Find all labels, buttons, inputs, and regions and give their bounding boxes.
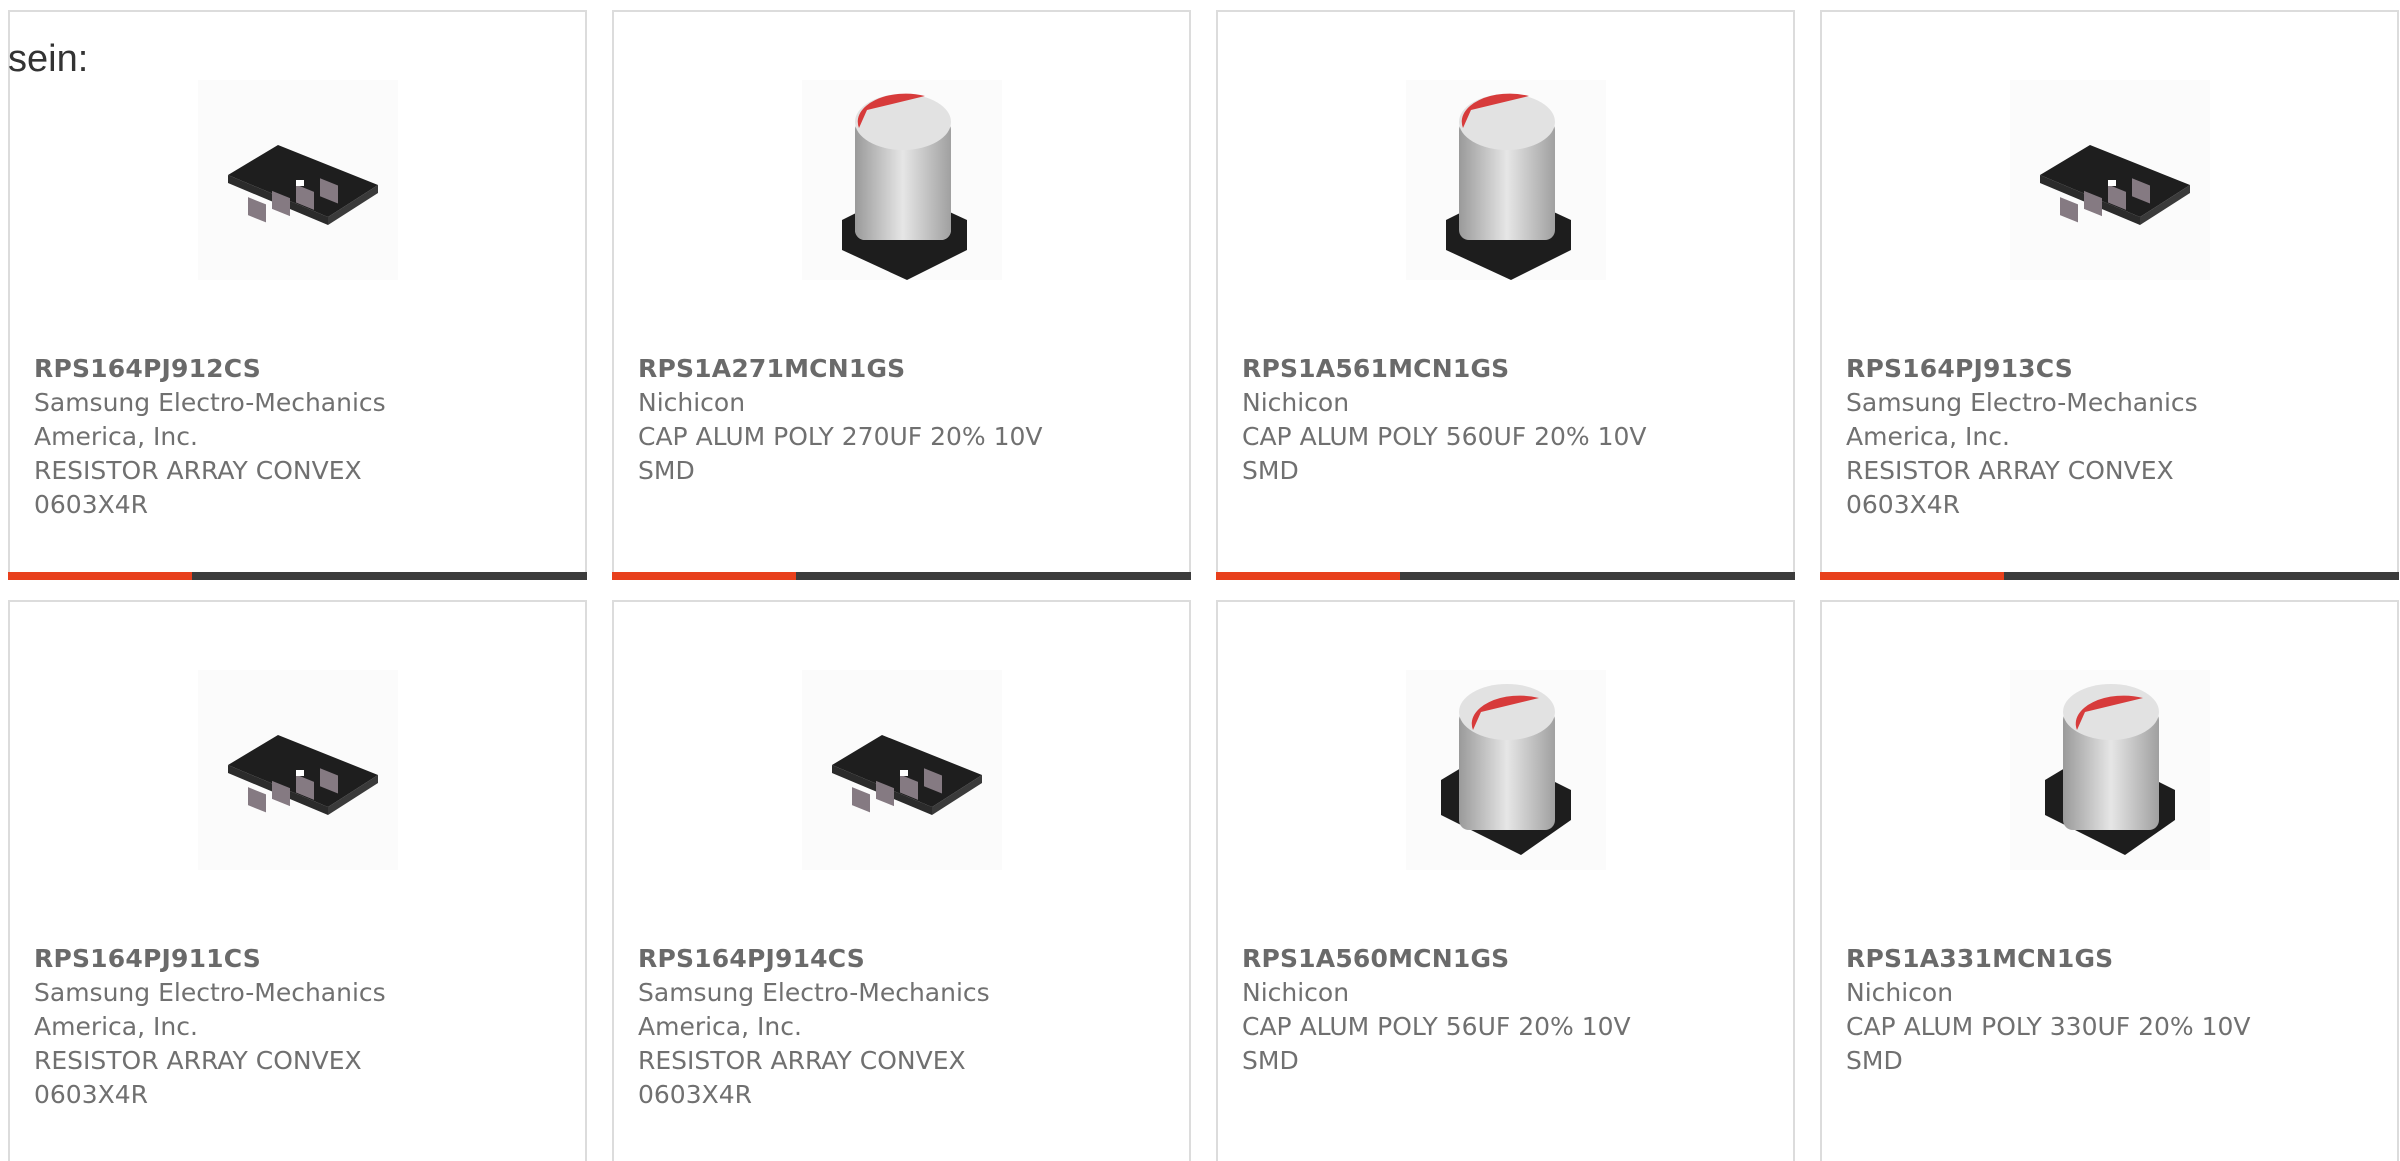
product-card[interactable]: RPS1A561MCN1GS Nichicon CAP ALUM POLY 56… xyxy=(1216,10,1795,580)
card-underline-accent xyxy=(1216,572,1400,580)
description: 0603X4R xyxy=(34,490,149,519)
product-info: RPS164PJ914CS Samsung Electro-Mechanics … xyxy=(638,942,1169,1112)
description: RESISTOR ARRAY CONVEX xyxy=(34,456,362,485)
resistor-array-icon xyxy=(2009,80,2210,280)
product-card[interactable]: RPS164PJ911CS Samsung Electro-Mechanics … xyxy=(8,600,587,1161)
resistor-array-icon xyxy=(197,670,398,870)
manufacturer: America, Inc. xyxy=(638,1012,802,1041)
description: 0603X4R xyxy=(1846,490,1961,519)
description: SMD xyxy=(1242,456,1299,485)
aluminum-capacitor-icon xyxy=(801,80,1002,280)
card-underline-accent xyxy=(8,572,192,580)
manufacturer: Nichicon xyxy=(638,388,746,417)
part-number-link[interactable]: RPS1A331MCN1GS xyxy=(1846,942,2377,976)
manufacturer: America, Inc. xyxy=(1846,422,2010,451)
manufacturer: Samsung Electro-Mechanics xyxy=(34,978,386,1007)
aluminum-capacitor-icon xyxy=(1405,80,1606,280)
description: 0603X4R xyxy=(638,1080,753,1109)
product-info: RPS1A331MCN1GS Nichicon CAP ALUM POLY 33… xyxy=(1846,942,2377,1078)
card-underline-accent xyxy=(1820,572,2004,580)
description: RESISTOR ARRAY CONVEX xyxy=(1846,456,2174,485)
product-info: RPS1A271MCN1GS Nichicon CAP ALUM POLY 27… xyxy=(638,352,1169,488)
part-number-link[interactable]: RPS1A561MCN1GS xyxy=(1242,352,1773,386)
part-number-link[interactable]: RPS164PJ912CS xyxy=(34,352,565,386)
resistor-array-icon xyxy=(801,670,1002,870)
description: CAP ALUM POLY 270UF 20% 10V xyxy=(638,422,1043,451)
manufacturer: Samsung Electro-Mechanics xyxy=(1846,388,2198,417)
product-card[interactable]: RPS1A560MCN1GS Nichicon CAP ALUM POLY 56… xyxy=(1216,600,1795,1161)
description: 0603X4R xyxy=(34,1080,149,1109)
part-number-link[interactable]: RPS1A560MCN1GS xyxy=(1242,942,1773,976)
resistor-array-icon xyxy=(197,80,398,280)
part-number-link[interactable]: RPS164PJ913CS xyxy=(1846,352,2377,386)
part-number-link[interactable]: RPS164PJ914CS xyxy=(638,942,1169,976)
product-card[interactable]: RPS164PJ913CS Samsung Electro-Mechanics … xyxy=(1820,10,2399,580)
card-underline xyxy=(612,572,1191,580)
intro-text: sein: xyxy=(8,38,89,80)
manufacturer: Nichicon xyxy=(1846,978,1954,1007)
manufacturer: America, Inc. xyxy=(34,1012,198,1041)
description: SMD xyxy=(638,456,695,485)
description: CAP ALUM POLY 56UF 20% 10V xyxy=(1242,1012,1631,1041)
card-underline-accent xyxy=(612,572,796,580)
aluminum-capacitor-icon xyxy=(1405,670,1606,870)
part-number-link[interactable]: RPS1A271MCN1GS xyxy=(638,352,1169,386)
aluminum-capacitor-icon xyxy=(2009,670,2210,870)
description: SMD xyxy=(1846,1046,1903,1075)
card-underline xyxy=(1216,572,1795,580)
product-info: RPS1A560MCN1GS Nichicon CAP ALUM POLY 56… xyxy=(1242,942,1773,1078)
product-card[interactable]: RPS1A331MCN1GS Nichicon CAP ALUM POLY 33… xyxy=(1820,600,2399,1161)
card-underline xyxy=(8,572,587,580)
product-card[interactable]: RPS164PJ914CS Samsung Electro-Mechanics … xyxy=(612,600,1191,1161)
product-grid: RPS164PJ912CS Samsung Electro-Mechanics … xyxy=(0,0,2400,1161)
product-card[interactable]: RPS164PJ912CS Samsung Electro-Mechanics … xyxy=(8,10,587,580)
description: SMD xyxy=(1242,1046,1299,1075)
description: RESISTOR ARRAY CONVEX xyxy=(638,1046,966,1075)
product-card[interactable]: RPS1A271MCN1GS Nichicon CAP ALUM POLY 27… xyxy=(612,10,1191,580)
manufacturer: Nichicon xyxy=(1242,978,1350,1007)
manufacturer: Nichicon xyxy=(1242,388,1350,417)
manufacturer: Samsung Electro-Mechanics xyxy=(34,388,386,417)
product-info: RPS164PJ911CS Samsung Electro-Mechanics … xyxy=(34,942,565,1112)
card-underline xyxy=(1820,572,2399,580)
manufacturer: Samsung Electro-Mechanics xyxy=(638,978,990,1007)
product-info: RPS164PJ913CS Samsung Electro-Mechanics … xyxy=(1846,352,2377,522)
description: RESISTOR ARRAY CONVEX xyxy=(34,1046,362,1075)
description: CAP ALUM POLY 330UF 20% 10V xyxy=(1846,1012,2251,1041)
description: CAP ALUM POLY 560UF 20% 10V xyxy=(1242,422,1647,451)
product-info: RPS164PJ912CS Samsung Electro-Mechanics … xyxy=(34,352,565,522)
product-info: RPS1A561MCN1GS Nichicon CAP ALUM POLY 56… xyxy=(1242,352,1773,488)
part-number-link[interactable]: RPS164PJ911CS xyxy=(34,942,565,976)
manufacturer: America, Inc. xyxy=(34,422,198,451)
